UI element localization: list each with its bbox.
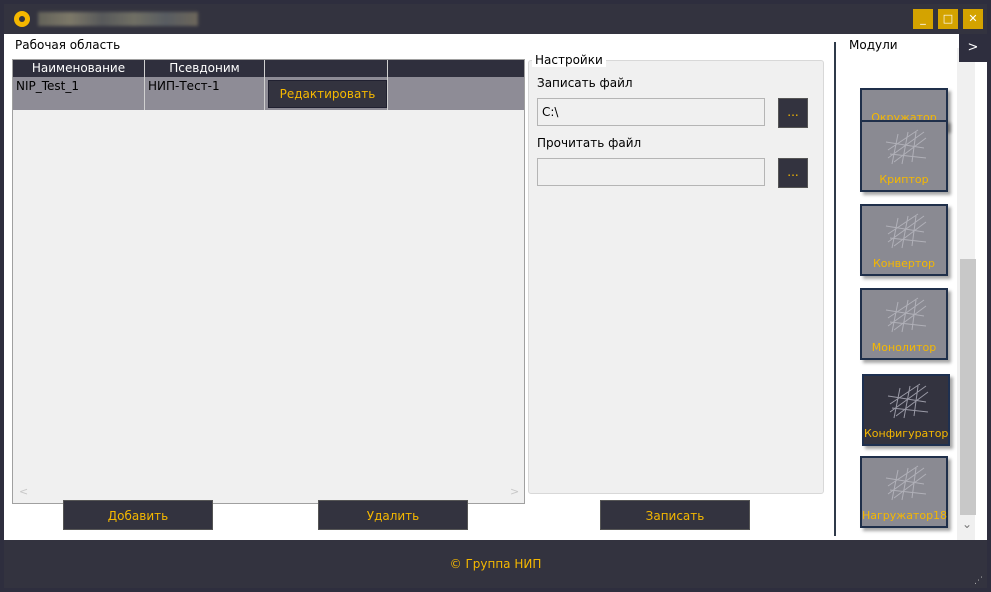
app-logo-icon (14, 11, 30, 27)
scroll-left-arrow[interactable]: < (19, 485, 28, 498)
column-header-alias[interactable]: Псевдоним (145, 60, 265, 77)
row-alias-cell[interactable]: НИП-Тест-1 (145, 77, 265, 110)
net-icon (885, 129, 927, 165)
write-file-input[interactable]: C:\ (537, 98, 765, 126)
column-header-blank-2[interactable] (388, 60, 524, 77)
maximize-button[interactable]: □ (938, 9, 958, 29)
expand-modules-button[interactable]: > (959, 34, 987, 62)
net-icon (887, 383, 929, 419)
module-tile[interactable]: Нагружатор18 (860, 456, 948, 528)
module-label: Нагружатор18 (862, 509, 948, 522)
settings-legend: Настройки (532, 53, 606, 67)
panel-separator (834, 42, 836, 536)
settings-group: Настройки Записать файл C:\ ... Прочитат… (528, 53, 824, 494)
scroll-down-arrow[interactable]: ⌄ (962, 517, 972, 531)
tabs-grid: Наименование вкладки Псевдоним NIP_Test_… (12, 59, 525, 504)
net-icon (885, 213, 927, 249)
workspace-legend: Рабочая область (12, 38, 124, 52)
main-content: Рабочая область Наименование вкладки Псе… (4, 34, 987, 553)
window-title-redacted (38, 12, 198, 26)
row-name-cell[interactable]: NIP_Test_1 (13, 77, 145, 110)
module-tile[interactable]: Монолитор (860, 288, 948, 360)
column-header-name[interactable]: Наименование вкладки (13, 60, 145, 92)
read-file-input[interactable] (537, 158, 765, 186)
edit-button[interactable]: Редактировать (268, 80, 387, 108)
column-header-blank-1[interactable] (265, 60, 388, 77)
module-label: Конвертор (872, 257, 936, 270)
footer: © Группа НИП ⋰ (4, 540, 987, 588)
minimize-button[interactable]: _ (913, 9, 933, 29)
write-file-browse-button[interactable]: ... (778, 98, 808, 128)
close-button[interactable]: ✕ (963, 9, 983, 29)
module-label: Монолитор (871, 341, 937, 354)
table-row[interactable]: NIP_Test_1 НИП-Тест-1 Редактировать (13, 77, 524, 110)
net-icon (885, 297, 927, 333)
module-tile[interactable]: Конфигуратор (862, 374, 950, 446)
write-file-label: Записать файл (537, 76, 633, 90)
module-tile[interactable]: Конвертор (860, 204, 948, 276)
modules-legend: Модули (846, 38, 901, 52)
add-button[interactable]: Добавить (63, 500, 213, 530)
app-window: _ □ ✕ Рабочая область Наименование вклад… (0, 0, 991, 592)
scroll-right-arrow[interactable]: > (510, 485, 519, 498)
module-tile[interactable]: Криптор (860, 120, 948, 192)
title-bar[interactable]: _ □ ✕ (4, 4, 987, 34)
footer-copyright: © Группа НИП (449, 557, 542, 571)
write-config-button[interactable]: Записать конфигурацию (600, 500, 750, 553)
module-label: Конфигуратор (864, 427, 949, 440)
row-empty-cell (388, 77, 524, 110)
modules-scroll-thumb[interactable] (960, 259, 976, 515)
read-file-browse-button[interactable]: ... (778, 158, 808, 188)
read-file-label: Прочитать файл (537, 136, 642, 150)
module-label: Криптор (879, 173, 929, 186)
delete-button[interactable]: Удалить (318, 500, 468, 530)
resize-grip-icon[interactable]: ⋰ (974, 576, 983, 586)
net-icon (885, 465, 927, 501)
